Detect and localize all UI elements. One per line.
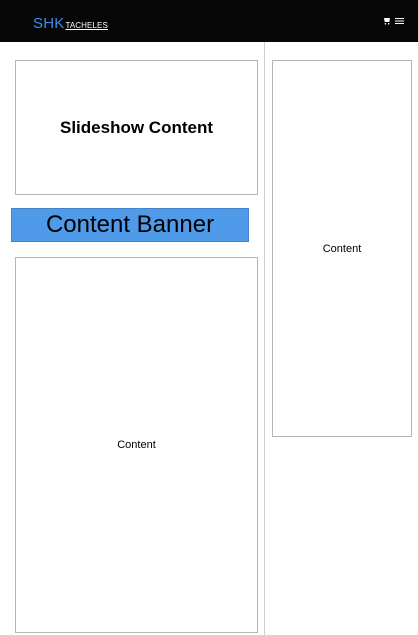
sidebar-content-placeholder: Content xyxy=(272,60,412,437)
main-content-placeholder: Content xyxy=(15,257,258,633)
site-logo[interactable]: SHK TACHELES xyxy=(33,15,108,32)
content-banner[interactable]: Content Banner xyxy=(11,208,249,242)
cart-icon[interactable] xyxy=(383,16,391,25)
menu-icon[interactable] xyxy=(395,17,404,25)
sidebar-content-label: Content xyxy=(322,242,362,255)
main-content-label: Content xyxy=(117,439,156,451)
slideshow-placeholder[interactable]: Slideshow Content xyxy=(15,60,258,195)
banner-label: Content Banner xyxy=(45,211,215,238)
logo-primary-text: SHK xyxy=(33,15,65,32)
slideshow-label: Slideshow Content xyxy=(60,117,213,137)
logo-secondary-text: TACHELES xyxy=(65,21,108,30)
column-divider xyxy=(264,42,265,635)
top-navigation-bar: SHK TACHELES xyxy=(0,0,418,42)
header-actions xyxy=(383,16,404,25)
